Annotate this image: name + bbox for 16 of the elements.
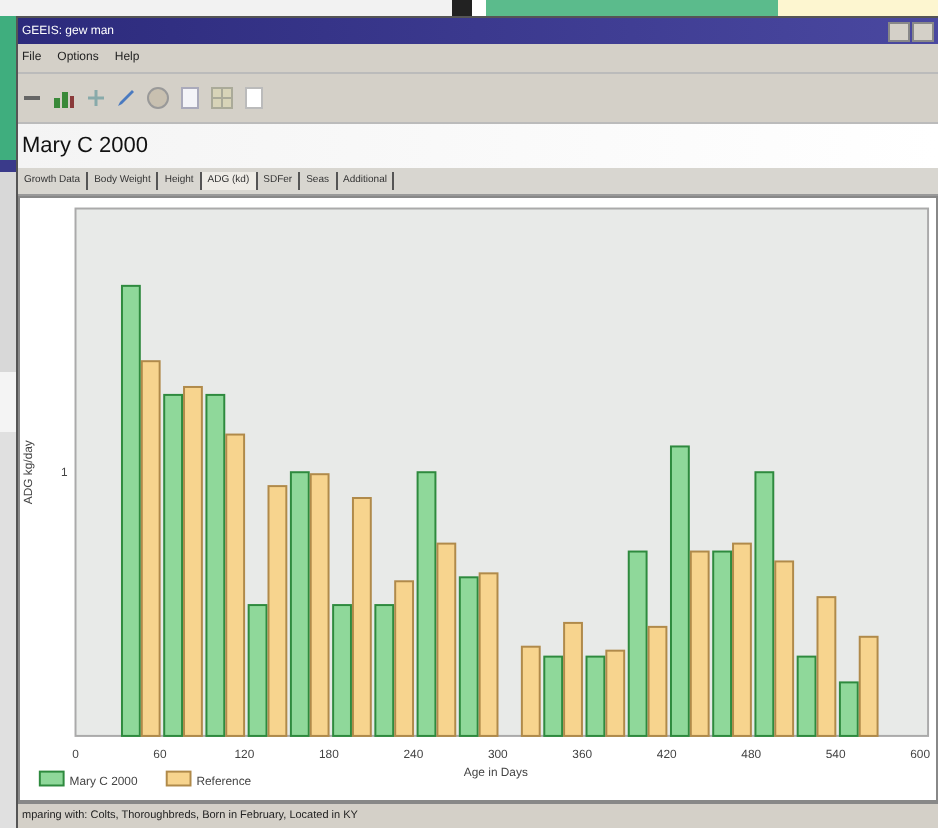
- plus-icon[interactable]: [86, 88, 106, 108]
- legend-swatch: [165, 770, 192, 787]
- bar: [585, 655, 606, 737]
- grid-icon[interactable]: [210, 86, 234, 110]
- chart-icon[interactable]: [52, 88, 76, 108]
- bar: [543, 655, 564, 737]
- bar: [520, 645, 541, 737]
- close-button[interactable]: [912, 21, 934, 41]
- record-title: Mary C 2000: [18, 124, 938, 168]
- pencil-icon[interactable]: [116, 88, 136, 108]
- bar: [563, 621, 583, 737]
- minimize-button[interactable]: [888, 21, 910, 41]
- page-icon[interactable]: [244, 86, 264, 110]
- document-icon[interactable]: [180, 86, 200, 110]
- legend-swatch: [38, 770, 65, 787]
- background-window: [472, 0, 486, 16]
